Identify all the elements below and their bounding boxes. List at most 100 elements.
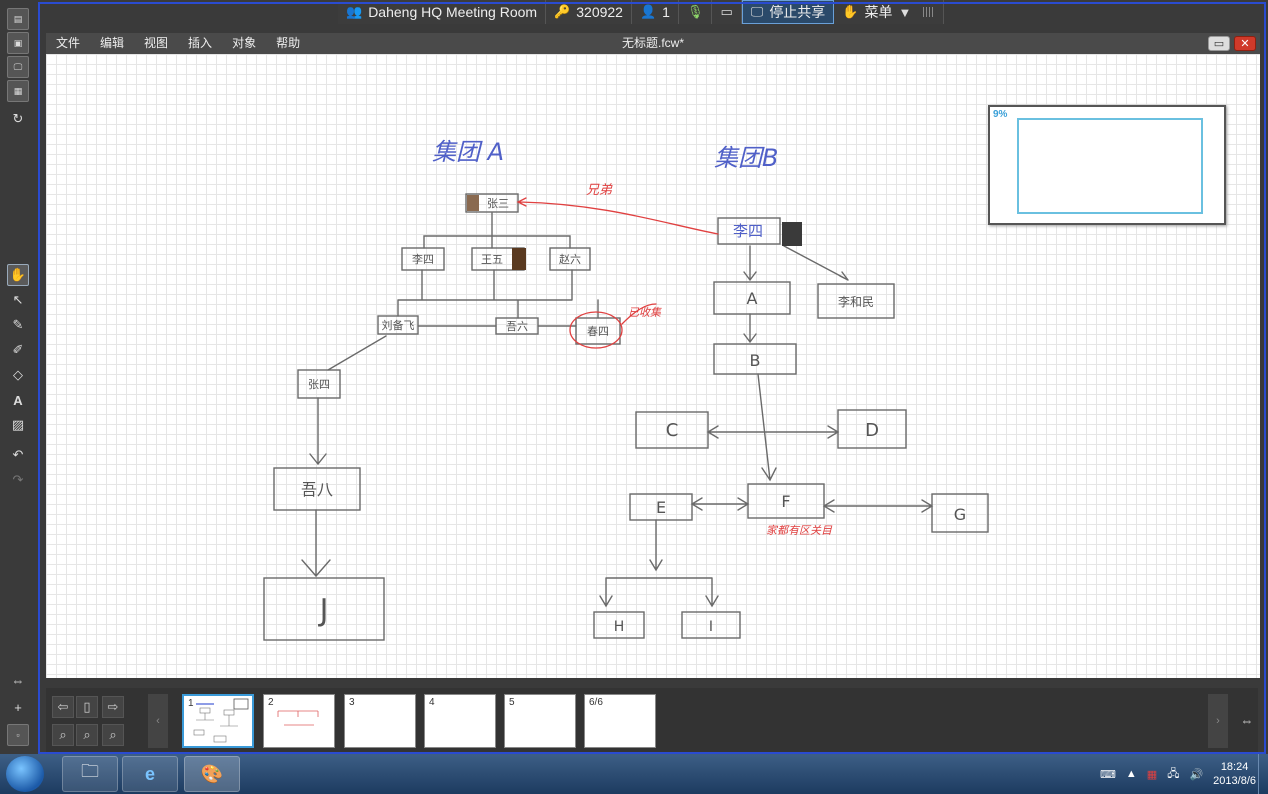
- system-tray: ⌨ ▲ ▦ 🖧 🔊 18:24 2013/8/6: [1100, 754, 1256, 794]
- svg-text:李和民: 李和民: [838, 294, 874, 309]
- chevron-left-icon: ‹: [156, 715, 160, 727]
- svg-text:张三: 张三: [487, 197, 509, 210]
- arrow-left-icon: ⇦: [57, 699, 69, 714]
- page-thumb-5[interactable]: 5: [504, 694, 576, 748]
- page-thumb-6[interactable]: 6/6: [584, 694, 656, 748]
- restore-button[interactable]: ▭: [1208, 36, 1230, 51]
- page-thumb-3[interactable]: 3: [344, 694, 416, 748]
- close-button[interactable]: ✕: [1234, 36, 1256, 51]
- group-b-title: 集团B: [714, 144, 778, 172]
- svg-text:李四: 李四: [412, 252, 434, 266]
- thumb-scroll-left[interactable]: ‹: [148, 694, 168, 748]
- chevron-right-icon: ›: [1216, 715, 1220, 727]
- svg-text:吾六: 吾六: [506, 320, 528, 333]
- zoom-fit-icon: ⌕: [83, 727, 91, 742]
- svg-text:王五: 王五: [481, 253, 503, 266]
- layout-icon[interactable]: ▤: [7, 8, 29, 30]
- svg-text:J: J: [318, 593, 329, 628]
- taskbar-explorer[interactable]: 🗀: [62, 756, 118, 792]
- expand-icon[interactable]: ⇔: [1236, 709, 1258, 731]
- menu-view[interactable]: 视图: [134, 33, 178, 54]
- svg-text:家都有区关目: 家都有区关目: [766, 524, 833, 537]
- whiteboard-window: 文件 编辑 视图 插入 对象 帮助 无标题.fcw* ▭ ✕ 集团 A 集团B …: [46, 33, 1260, 678]
- clock[interactable]: 18:24 2013/8/6: [1213, 760, 1256, 788]
- prev-page-button[interactable]: ⇦: [52, 696, 74, 718]
- menu-edit[interactable]: 编辑: [90, 33, 134, 54]
- svg-text:G: G: [954, 505, 966, 524]
- network-icon[interactable]: 🖧: [1167, 765, 1179, 784]
- taskbar-ie[interactable]: e: [122, 756, 178, 792]
- resize-horizontal-icon[interactable]: ⇔: [7, 669, 29, 691]
- page-strip: ⇦ ▯ ⇨ ⌕ ⌕ ⌕ ‹ 1 2 3 4 5 6/6 ›: [46, 688, 1258, 752]
- menu-bar: 文件 编辑 视图 插入 对象 帮助: [46, 33, 1260, 54]
- page-thumb-2[interactable]: 2: [263, 694, 335, 748]
- page-thumb-label: 5: [509, 697, 515, 708]
- thumb-scroll-right[interactable]: ›: [1208, 694, 1228, 748]
- minimap[interactable]: 9%: [988, 105, 1226, 225]
- svg-text:兄弟: 兄弟: [586, 183, 613, 198]
- volume-icon[interactable]: 🔊: [1189, 768, 1203, 781]
- menu-help[interactable]: 帮助: [266, 33, 310, 54]
- svg-text:赵六: 赵六: [559, 252, 581, 266]
- svg-text:已收集: 已收集: [628, 306, 662, 319]
- page-icon[interactable]: ▫: [7, 724, 29, 746]
- group-a-title: 集团 A: [432, 138, 504, 166]
- palette-icon: 🎨: [200, 763, 224, 784]
- keyboard-icon[interactable]: ⌨: [1100, 768, 1116, 781]
- new-page-button[interactable]: ▯: [76, 696, 98, 718]
- internet-explorer-icon: e: [144, 763, 155, 784]
- chevron-up-icon[interactable]: ▲: [1126, 768, 1137, 780]
- svg-text:吾八: 吾八: [301, 480, 333, 499]
- minimap-viewport[interactable]: [1017, 118, 1203, 214]
- highlighter-tool-icon[interactable]: ✐: [7, 339, 29, 361]
- text-tool-icon[interactable]: A: [7, 389, 29, 411]
- video-icon[interactable]: ▣: [7, 32, 29, 54]
- svg-text:B: B: [750, 351, 761, 370]
- app-tray-icon[interactable]: ▦: [1147, 768, 1157, 781]
- start-button[interactable]: [6, 756, 44, 792]
- svg-text:F: F: [781, 492, 790, 511]
- undo-icon[interactable]: ↶: [7, 444, 29, 466]
- refresh-icon[interactable]: ↻: [7, 108, 29, 130]
- image-tool-icon[interactable]: ▨: [7, 414, 29, 436]
- clock-time: 18:24: [1220, 761, 1249, 773]
- page-thumb-4[interactable]: 4: [424, 694, 496, 748]
- page-thumb-preview: [193, 698, 249, 743]
- restore-icon: ▭: [1213, 38, 1225, 50]
- add-icon[interactable]: +: [7, 696, 29, 718]
- zoom-out-icon: ⌕: [59, 727, 67, 742]
- clock-date: 2013/8/6: [1213, 775, 1256, 787]
- shape-tool-icon[interactable]: ◇: [7, 364, 29, 386]
- svg-text:I: I: [709, 619, 713, 635]
- zoom-in-button[interactable]: ⌕: [102, 724, 124, 746]
- pointer-tool-icon[interactable]: ↖: [7, 289, 29, 311]
- folder-icon: 🗀: [81, 761, 99, 781]
- zoom-level: 9%: [993, 109, 1008, 120]
- taskbar-paint[interactable]: 🎨: [184, 756, 240, 792]
- grid-icon[interactable]: ▦: [7, 80, 29, 102]
- zoom-fit-button[interactable]: ⌕: [76, 724, 98, 746]
- svg-text:D: D: [865, 420, 879, 441]
- pen-tool-icon[interactable]: ✎: [7, 314, 29, 336]
- menu-insert[interactable]: 插入: [178, 33, 222, 54]
- screen: 👥 Daheng HQ Meeting Room 🔑 320922 👤 1 🎙 …: [0, 0, 1268, 794]
- svg-text:李四: 李四: [733, 222, 763, 240]
- svg-text:A: A: [747, 289, 758, 308]
- redo-icon[interactable]: ↷: [7, 469, 29, 491]
- next-page-button[interactable]: ⇨: [102, 696, 124, 718]
- page-thumb-label: 3: [349, 697, 355, 708]
- page-thumb-label: 6/6: [589, 697, 603, 708]
- page-thumb-1[interactable]: 1: [182, 694, 254, 748]
- arrow-right-icon: ⇨: [107, 699, 119, 714]
- new-page-icon: ▯: [83, 699, 91, 714]
- show-desktop-button[interactable]: [1258, 754, 1268, 794]
- zoom-out-button[interactable]: ⌕: [52, 724, 74, 746]
- close-icon: ✕: [1240, 38, 1250, 50]
- desktop-share-icon[interactable]: 🖵: [7, 56, 29, 78]
- svg-text:张四: 张四: [308, 378, 330, 391]
- svg-text:E: E: [656, 498, 666, 517]
- hand-tool-icon[interactable]: ✋: [7, 264, 29, 286]
- whiteboard-canvas[interactable]: 集团 A 集团B 张三 李四 王五 赵六 刘备飞 吾六 春四 张四 吾八 J 李…: [46, 54, 1260, 678]
- menu-object[interactable]: 对象: [222, 33, 266, 54]
- menu-file[interactable]: 文件: [46, 33, 90, 54]
